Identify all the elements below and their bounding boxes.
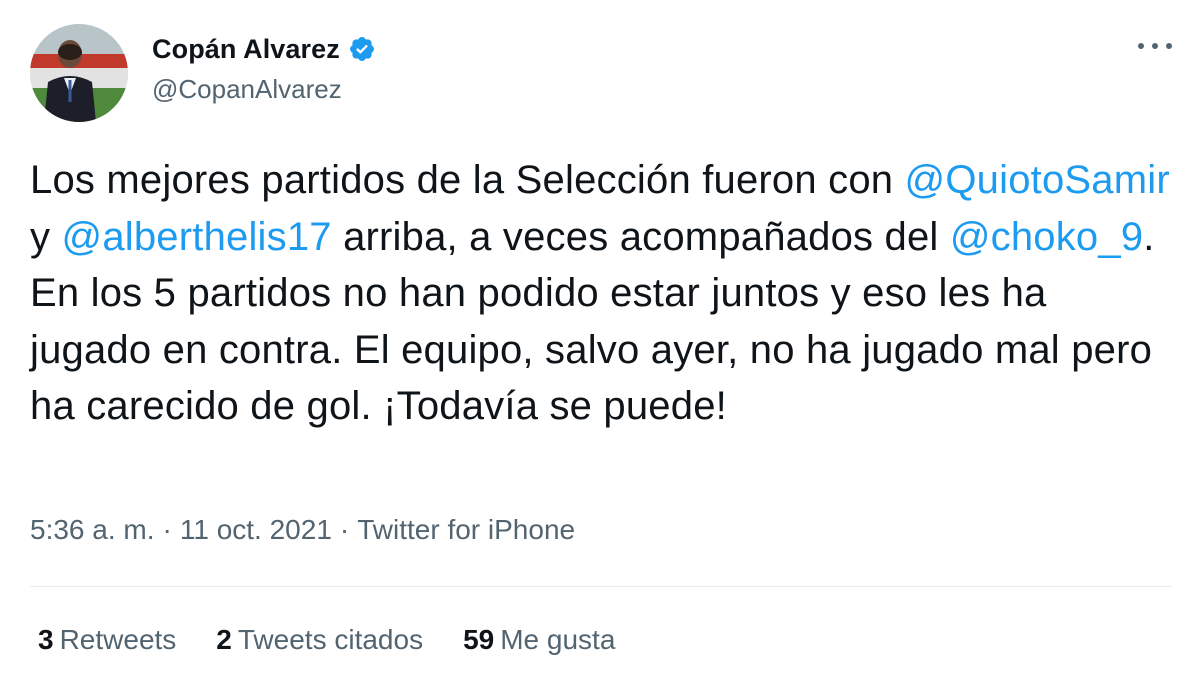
- verified-badge-icon: [348, 35, 376, 63]
- author-display-name[interactable]: Copán Alvarez: [152, 34, 340, 65]
- likes-stat[interactable]: 59 Me gusta: [463, 624, 615, 656]
- tweet-time[interactable]: 5:36 a. m.: [30, 514, 155, 546]
- dot: [1166, 43, 1172, 49]
- quotes-stat[interactable]: 2 Tweets citados: [216, 624, 423, 656]
- mention-link[interactable]: @QuiotoSamir: [905, 158, 1170, 202]
- dot: [1138, 43, 1144, 49]
- tweet-text-segment: Los mejores partidos de la Selección fue…: [30, 158, 905, 202]
- tweet-text-segment: arriba, a veces acompañados del: [331, 214, 950, 259]
- tweet-meta: 5:36 a. m. · 11 oct. 2021 · Twitter for …: [30, 514, 575, 546]
- meta-separator: ·: [339, 514, 350, 545]
- author-avatar[interactable]: [30, 24, 128, 122]
- retweets-stat[interactable]: 3 Retweets: [38, 624, 176, 656]
- quotes-count: 2: [216, 624, 232, 655]
- mention-link[interactable]: @alberthelis17: [62, 215, 332, 259]
- mention-link[interactable]: @choko_9: [950, 215, 1143, 259]
- retweets-count: 3: [38, 624, 54, 655]
- divider: [30, 586, 1172, 587]
- more-dots-icon[interactable]: [1138, 36, 1172, 56]
- avatar-photo: [30, 24, 128, 122]
- tweet-source[interactable]: Twitter for iPhone: [357, 514, 575, 546]
- tweet-date[interactable]: 11 oct. 2021: [180, 514, 332, 546]
- tweet-card: Copán Alvarez @CopanAlvarez Los mejores …: [0, 0, 1200, 684]
- tweet-text: Los mejores partidos de la Selección fue…: [30, 152, 1170, 435]
- author-name-row: Copán Alvarez: [152, 30, 376, 68]
- retweets-label: Retweets: [59, 624, 177, 655]
- quotes-label: Tweets citados: [237, 624, 424, 655]
- tweet-stats: 3 Retweets 2 Tweets citados 59 Me gusta: [38, 624, 655, 656]
- meta-separator: ·: [162, 514, 172, 545]
- likes-count: 59: [463, 624, 495, 655]
- tweet-text-segment: y: [30, 214, 62, 259]
- likes-label: Me gusta: [500, 624, 616, 655]
- dot: [1152, 43, 1158, 49]
- author-handle[interactable]: @CopanAlvarez: [152, 74, 342, 105]
